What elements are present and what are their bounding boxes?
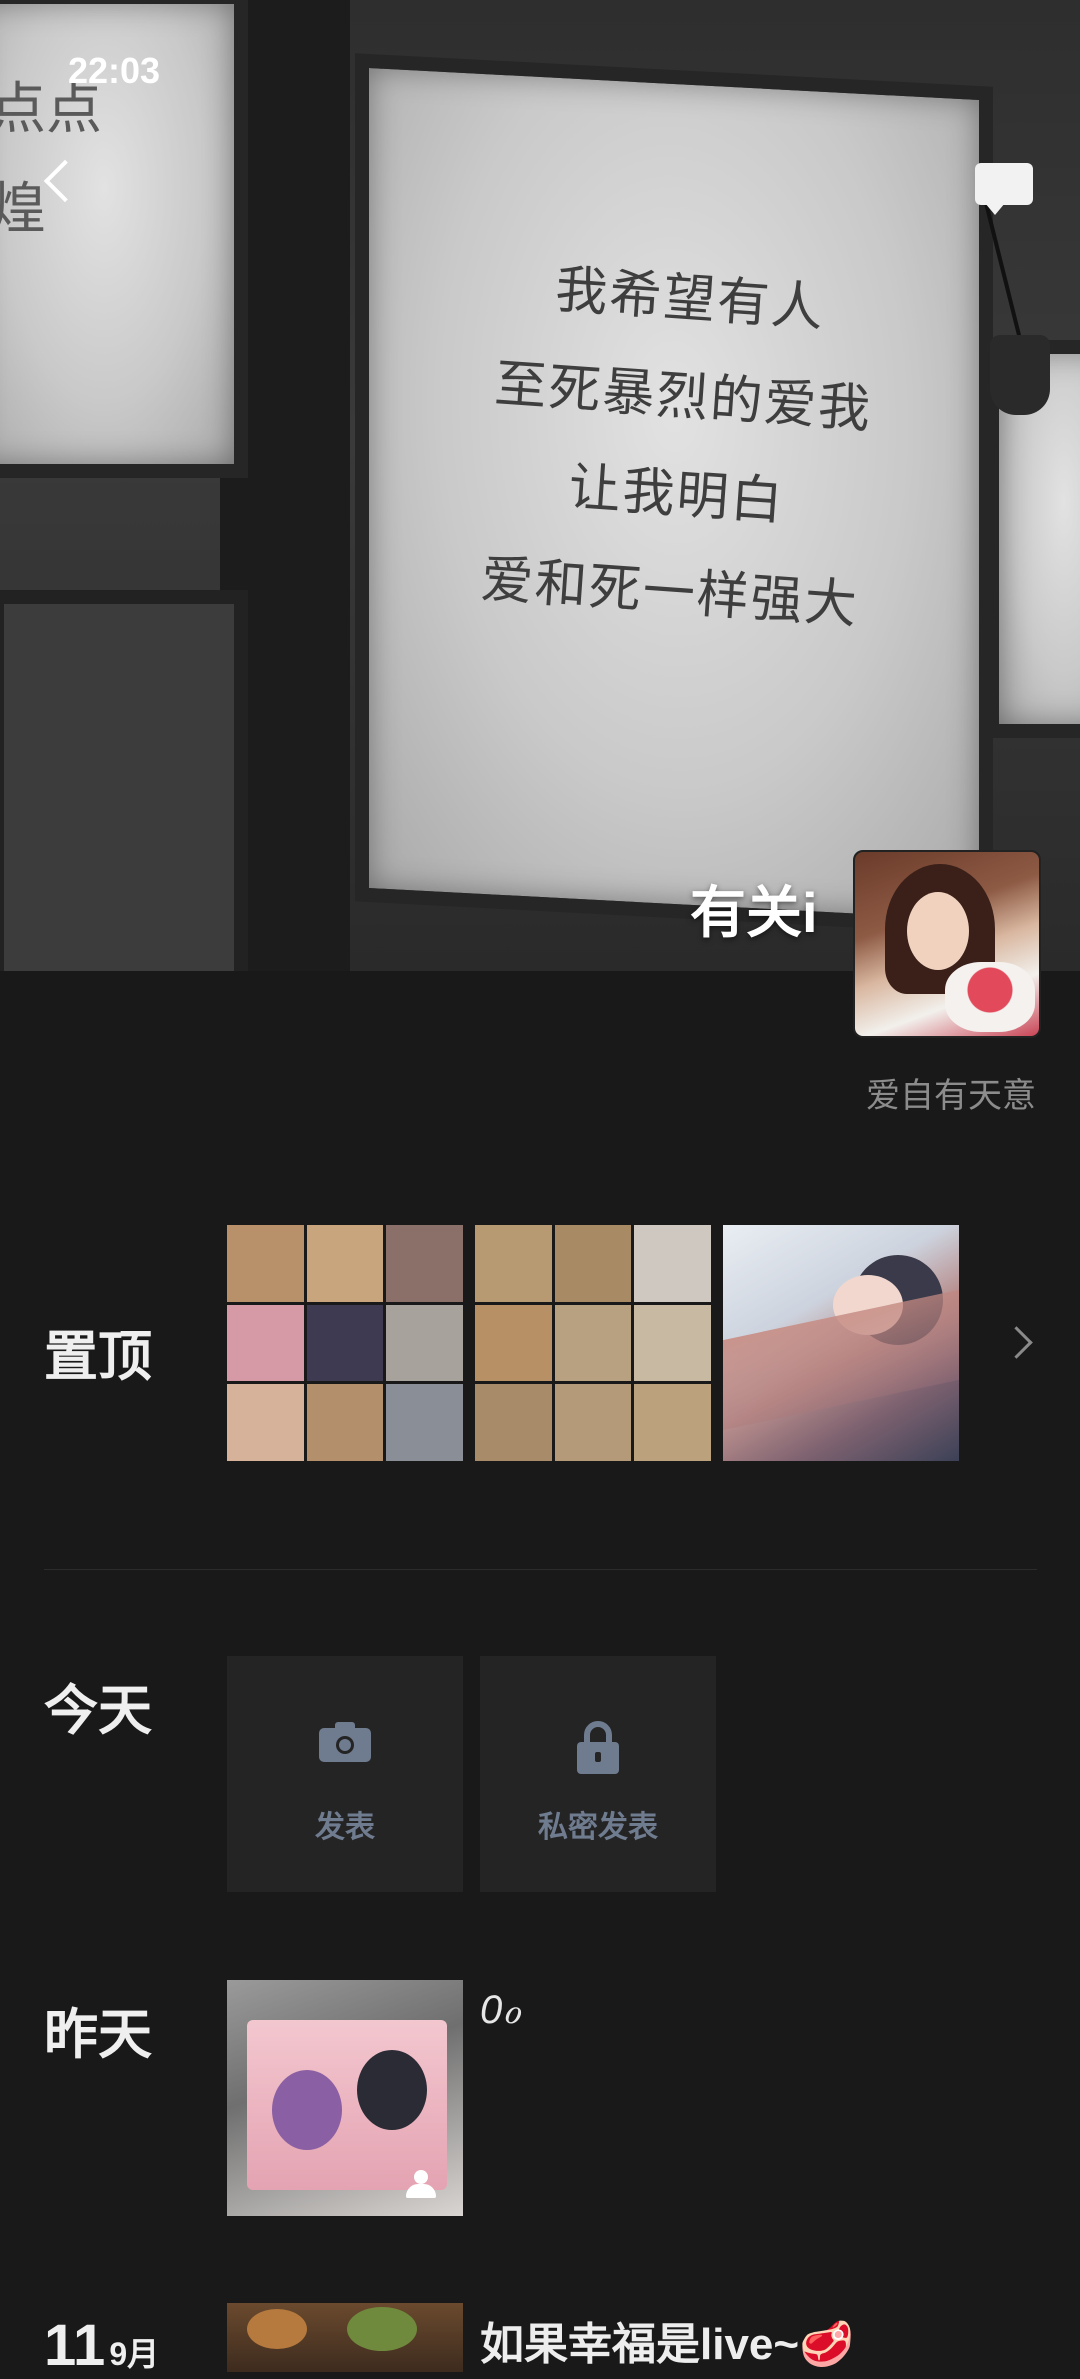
back-button[interactable] [36,158,87,208]
photo-cell [475,1384,552,1461]
illustration-boy [357,2050,427,2130]
profile-signature: 爱自有天意 [866,1077,1036,1115]
pinned-post-thumbnail[interactable] [227,1225,463,1461]
section-label-yesterday: 昨天 [44,2005,152,2065]
sep11-post-text[interactable]: 如果幸福是live~🥩 [480,2308,854,2372]
photo-cell [634,1304,711,1382]
message-bubble-icon [975,163,1033,205]
private-post-button-label: 私密发表 [538,1811,658,1844]
lock-icon [577,1721,619,1774]
section-label-today: 今天 [44,1681,152,1741]
sep11-post-thumbnail[interactable] [227,2303,463,2372]
photo-cell [475,1225,552,1302]
photo-cell [227,1225,304,1302]
profile-name: 有关i [690,881,818,944]
multi-photo-icon [402,2170,440,2202]
photo-cell [227,1384,304,1461]
photo-cell [306,1225,384,1302]
photo-cell [386,1384,463,1461]
avatar-bouquet [945,962,1035,1032]
pinned-post-thumbnail[interactable] [723,1225,959,1461]
yesterday-post-thumbnail[interactable] [227,1980,463,2216]
photo-cell [634,1384,711,1461]
avatar-face [907,892,969,970]
cover-image[interactable]: 点点 煌 我希望有人 至死暴烈的爱我 让我明白 爱和死一样强大 [0,0,1080,971]
photo-cell [306,1304,384,1382]
post-button[interactable]: 发表 [227,1656,463,1892]
back-arrow-icon [43,159,87,203]
food-bowl [247,2309,307,2349]
yesterday-post-text[interactable]: 0ℴ [480,1987,521,2033]
lamp [990,335,1050,415]
section-divider [44,1569,1037,1570]
message-button[interactable] [975,163,1035,221]
photo-cell [386,1225,463,1302]
photo-cell [306,1384,384,1461]
private-post-button[interactable]: 私密发表 [480,1656,716,1892]
pinned-more-button[interactable] [1000,1325,1035,1361]
photo-cell [554,1304,632,1382]
date-month: 9月 [109,2336,160,2372]
status-bar-time: 22:03 [68,50,161,91]
photo-cell [475,1304,552,1382]
food-bowl [347,2307,417,2351]
avatar[interactable] [853,850,1041,1038]
photo-cell [386,1304,463,1382]
message-bubble-tail [985,203,1005,215]
post-button-label: 发表 [315,1811,375,1844]
photo-cell [554,1384,632,1461]
photo-cell [634,1225,711,1302]
section-label-date: 11 9月 [44,2312,159,2379]
chevron-right-icon [1000,1326,1033,1359]
pinned-post-thumbnail[interactable] [475,1225,711,1461]
photo-cell [554,1225,632,1302]
section-label-pinned: 置顶 [44,1327,152,1387]
cover-window-left [0,590,248,971]
photo-cell [227,1304,304,1382]
cover-poem: 我希望有人 至死暴烈的爱我 让我明白 爱和死一样强大 [457,236,903,656]
camera-icon [319,1722,371,1762]
date-day: 11 [44,2313,106,2378]
illustration-girl [272,2070,342,2150]
